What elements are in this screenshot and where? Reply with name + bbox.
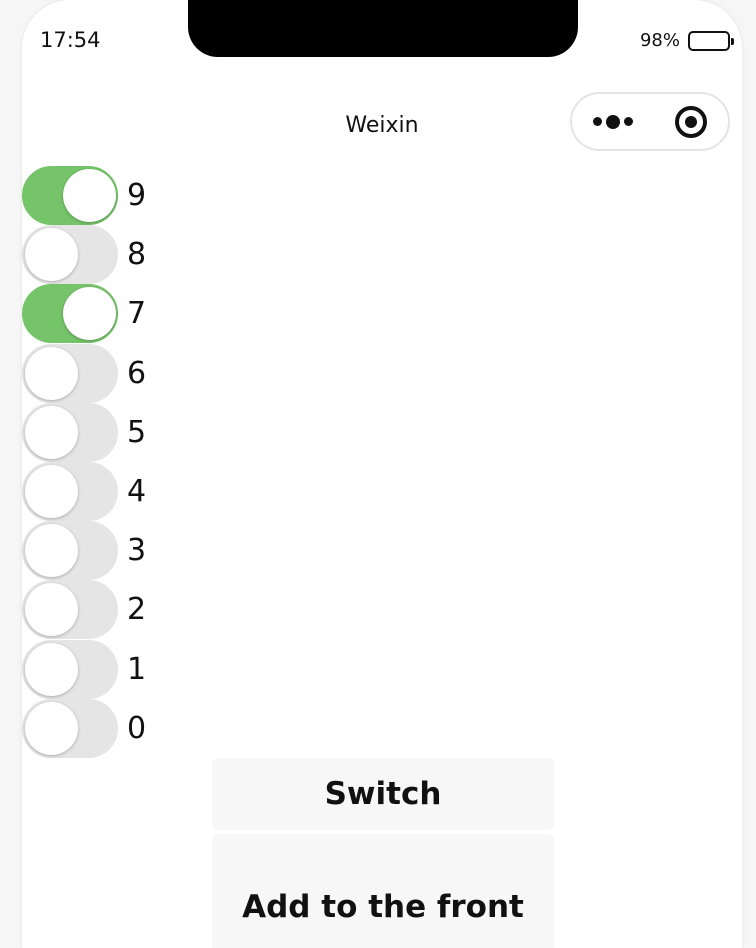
more-icon[interactable] [593,114,633,129]
phone-screen: 17:54 98% Weixin 9876543210 Switch Add t… [22,0,742,948]
switch-list: 9 8 7 6 5 4 3 2 1 0 [22,166,146,758]
switch-label: 5 [127,414,147,450]
status-indicators: 98% [639,30,734,51]
toggle-knob [63,169,116,223]
toggle-knob [25,642,78,696]
switch-label: 9 [127,178,147,214]
switch-label: 3 [127,533,147,569]
switch-row: 5 [22,402,147,462]
toggle-switch[interactable] [22,521,118,581]
close-target-icon[interactable] [675,105,707,138]
toggle-switch[interactable] [22,343,118,403]
toggle-knob [25,405,78,459]
add-to-front-button[interactable]: Add to the front [212,834,554,948]
switch-label: 1 [127,651,147,687]
toggle-knob [63,287,116,341]
switch-row: 3 [22,521,147,581]
mini-program-capsule[interactable] [570,92,730,151]
switch-row: 9 [22,166,147,226]
status-time: 17:54 [40,28,101,52]
toggle-knob [25,228,78,282]
toggle-switch[interactable] [22,225,118,285]
switch-label: 7 [127,296,147,332]
toggle-knob [25,583,78,637]
toggle-switch[interactable] [22,639,118,699]
switch-label: 2 [127,592,147,628]
camera-notch [188,0,578,57]
toggle-switch[interactable] [22,698,118,758]
switch-label: 4 [127,474,147,510]
switch-label: 8 [127,237,147,273]
battery-percentage: 98% [639,30,680,51]
toggle-knob [25,346,78,400]
toggle-switch[interactable] [22,462,118,522]
switch-row: 2 [22,580,147,640]
switch-label: 6 [127,355,147,391]
switch-row: 6 [22,343,147,403]
switch-row: 1 [22,639,147,699]
toggle-switch[interactable] [22,402,118,462]
switch-row: 7 [22,284,147,344]
toggle-knob [25,465,78,519]
switch-row: 8 [22,225,147,285]
switch-button[interactable]: Switch [212,758,554,830]
battery-icon [688,30,734,51]
switch-label: 0 [127,710,147,746]
toggle-knob [25,701,78,755]
switch-row: 4 [22,462,147,522]
toggle-switch[interactable] [22,284,118,344]
toggle-switch[interactable] [22,580,118,640]
toggle-knob [25,524,78,578]
toggle-switch[interactable] [22,166,118,226]
switch-row: 0 [22,698,147,758]
